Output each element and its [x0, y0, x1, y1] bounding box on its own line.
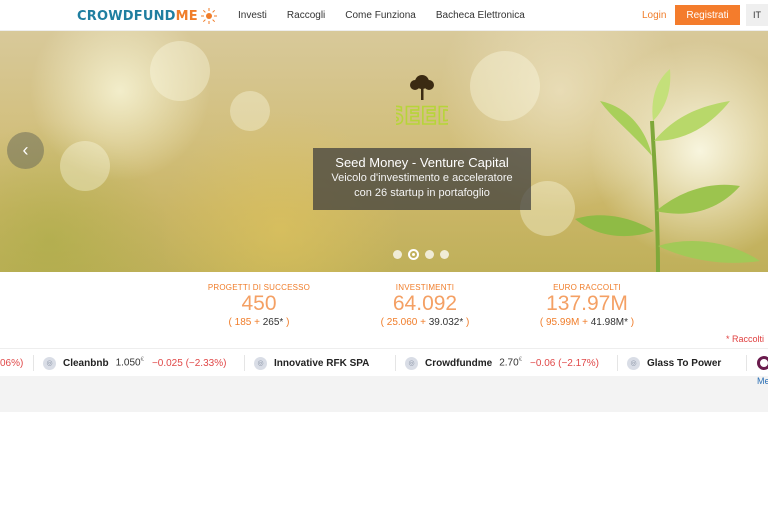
ticker-name: Innovative RFK SPA [274, 357, 370, 369]
sun-icon [200, 8, 217, 24]
company-icon: ◎ [254, 356, 267, 370]
page-section-background [0, 376, 768, 412]
stat-value: 137.97M [546, 292, 628, 315]
ticker-divider [746, 355, 747, 371]
ticker-item[interactable]: 06%) [0, 349, 23, 376]
carousel-prev-button[interactable]: ‹ [7, 132, 44, 169]
stat-value: 64.092 [392, 292, 458, 315]
carousel-dot-1[interactable] [393, 250, 402, 259]
ticker-item[interactable]: ◎ Glass To Power [627, 349, 728, 376]
bokeh-light [60, 141, 110, 191]
company-icon: ◎ [43, 356, 56, 370]
stat-label: PROGETTI DI SUCCESSO [207, 283, 311, 292]
ticker-change: −0.06 (−2.17%) [530, 357, 599, 369]
stat-label: INVESTIMENTI [395, 283, 455, 292]
company-icon: ◎ [405, 356, 418, 370]
menu-item-raccogli[interactable]: Raccogli [287, 10, 325, 21]
more-link[interactable]: Me [757, 376, 768, 386]
ticker-name: Crowdfundme [425, 357, 493, 369]
stat-value: 450 [241, 292, 277, 315]
logo-text: CROWDFUNDME [77, 8, 198, 24]
menu-item-come-funziona[interactable]: Come Funziona [345, 10, 416, 21]
ticker-item[interactable]: ◎ Crowdfundme 2.70€ −0.06 (−2.17%) [405, 349, 599, 376]
hero-carousel: SEED Seed Money - Venture Capital Veicol… [0, 31, 768, 272]
stock-ticker: 06%) ◎ Cleanbnb 1.050€ −0.025 (−2.33%) ◎… [0, 348, 768, 376]
stat-breakdown: ( 185 + 265* ) [228, 317, 290, 328]
chevron-left-icon: ‹ [22, 140, 29, 160]
menu-item-bacheca-elettronica[interactable]: Bacheca Elettronica [436, 10, 525, 21]
carousel-dot-2[interactable] [408, 249, 419, 260]
bokeh-light [230, 91, 270, 131]
slide-subtitle-line1: Veicolo d'investimento e acceleratore [331, 172, 513, 184]
language-selector[interactable]: IT [746, 4, 768, 26]
raised-footnote: * Raccolti [726, 334, 765, 344]
ticker-divider [395, 355, 396, 371]
login-link[interactable]: Login [642, 10, 666, 21]
slide-caption[interactable]: Seed Money - Venture Capital Veicolo d'i… [313, 148, 531, 210]
ticker-name: Glass To Power [647, 357, 722, 369]
menu-item-investi[interactable]: Investi [238, 10, 267, 21]
ticker-divider [244, 355, 245, 371]
crowdfundme-logo[interactable]: CROWDFUNDME [77, 7, 218, 25]
stat-breakdown: ( 95.99M + 41.98M* ) [539, 317, 635, 328]
ticker-divider [617, 355, 618, 371]
stat-label: EURO RACCOLTI [553, 283, 621, 292]
main-menu: Investi Raccogli Come Funziona Bacheca E… [238, 0, 545, 31]
ticker-divider [33, 355, 34, 371]
ticker-price: 1.050€ [115, 357, 144, 369]
stat-projects: PROGETTI DI SUCCESSO 450 ( 185 + 265* ) [184, 283, 334, 330]
company-icon: ◎ [627, 356, 640, 370]
carousel-indicators [393, 249, 455, 260]
bokeh-light [150, 41, 210, 101]
bokeh-light [470, 51, 540, 121]
plant-image [575, 69, 760, 272]
svg-text:SEED: SEED [396, 102, 448, 130]
ticker-item[interactable]: ◎ Innovative RFK SPA [254, 349, 376, 376]
ticker-price: 2.70€ [499, 357, 523, 369]
ticker-change: 06%) [0, 357, 24, 369]
stat-euro-raised: EURO RACCOLTI 137.97M ( 95.99M + 41.98M*… [512, 283, 662, 330]
stats-section: PROGETTI DI SUCCESSO 450 ( 185 + 265* ) … [0, 272, 768, 346]
carousel-dot-3[interactable] [425, 250, 434, 259]
ticker-change: −0.025 (−2.33%) [151, 357, 227, 369]
top-navbar: CROWDFUNDME Investi Raccogli Come Funzio… [0, 0, 768, 31]
ticker-name: Cleanbnb [63, 357, 109, 369]
register-button[interactable]: Registrati [675, 5, 740, 25]
stat-investments: INVESTIMENTI 64.092 ( 25.060 + 39.032* ) [350, 283, 500, 330]
slide-subtitle-line2: con 26 startup in portafoglio [354, 187, 490, 199]
ticker-item[interactable]: ◎ Cleanbnb 1.050€ −0.025 (−2.33%) [43, 349, 226, 376]
carousel-dot-4[interactable] [440, 250, 449, 259]
company-icon[interactable] [757, 356, 768, 370]
slide-title: Seed Money - Venture Capital [335, 155, 509, 170]
seed-money-logo: SEED [396, 75, 448, 131]
stat-breakdown: ( 25.060 + 39.032* ) [380, 317, 470, 328]
